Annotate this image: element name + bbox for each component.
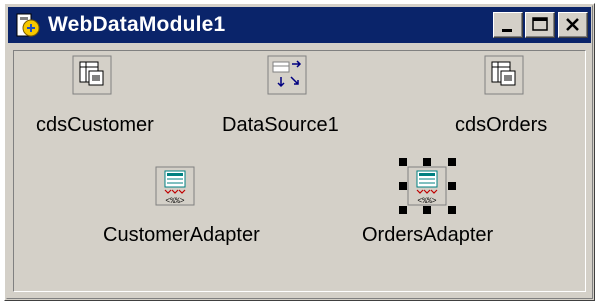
minimize-button[interactable] [493, 12, 523, 38]
datasource-icon [267, 55, 307, 95]
component-label: DataSource1 [222, 114, 339, 136]
selection-handle[interactable] [423, 206, 431, 214]
component-label: CustomerAdapter [103, 224, 260, 246]
client-dataset-icon [484, 55, 524, 95]
selection-handle[interactable] [399, 206, 407, 214]
close-button[interactable] [558, 12, 588, 38]
svg-text:<%%>: <%%> [165, 197, 184, 206]
selection-handle[interactable] [448, 182, 456, 190]
selection-handle[interactable] [399, 182, 407, 190]
dataset-adapter-icon: <%%> [407, 166, 447, 206]
window-title: WebDataModule1 [48, 13, 226, 36]
dataset-adapter-icon: <%%> [155, 166, 195, 206]
component-label: cdsOrders [455, 114, 548, 136]
minimize-icon [502, 29, 512, 32]
component-label: OrdersAdapter [362, 224, 494, 246]
maximize-button[interactable] [525, 12, 555, 38]
svg-text:<%%>: <%%> [417, 197, 436, 206]
close-icon [566, 18, 579, 31]
client-dataset-icon [72, 55, 112, 95]
selection-handle[interactable] [448, 158, 456, 166]
selection-handle[interactable] [399, 158, 407, 166]
component-label: cdsCustomer [36, 114, 154, 136]
delphi-app-icon [16, 13, 40, 37]
title-bar[interactable]: WebDataModule1 [8, 7, 591, 43]
module-design-surface[interactable]: cdsCustomer DataSource1 cdsOrders <%%> C… [13, 50, 586, 292]
selection-handle[interactable] [448, 206, 456, 214]
maximize-icon [532, 17, 548, 31]
selection-handle[interactable] [423, 158, 431, 166]
web-data-module-window: WebDataModule1 cdsCustomer DataSource1 c… [4, 3, 595, 301]
